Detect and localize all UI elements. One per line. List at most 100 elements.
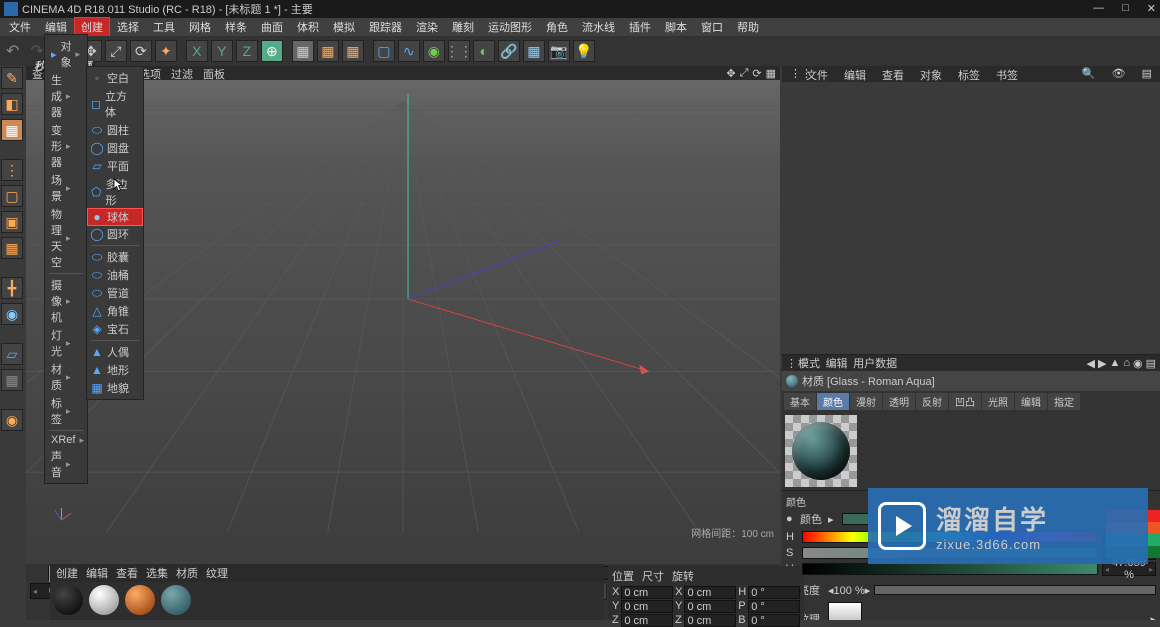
menu-help[interactable]: 帮助 — [730, 17, 766, 37]
last-tool[interactable]: ✦ — [155, 40, 177, 62]
texture-arrow-icon[interactable]: ▸ — [1150, 613, 1156, 621]
texture-thumb[interactable] — [828, 602, 862, 620]
brightness-value[interactable]: ◂100 %▸ — [828, 584, 870, 597]
vp-nav-1[interactable]: ✥ — [726, 67, 735, 80]
menu-surface[interactable]: 曲面 — [254, 17, 290, 37]
obj-pyramid[interactable]: △角锥 — [87, 302, 143, 320]
scale-tool[interactable]: ⤢ — [105, 40, 127, 62]
am-prev-icon[interactable]: ◀ — [1087, 357, 1095, 370]
obj-disc[interactable]: ◯圆盘 — [87, 139, 143, 157]
uv-mode[interactable]: ▦ — [1, 237, 23, 259]
create-light[interactable]: 灯光▸ — [45, 326, 87, 360]
misc-orange[interactable]: ◉ — [1, 409, 23, 431]
model-mode[interactable]: ◧ — [1, 93, 23, 115]
am-tab-edit[interactable]: 编辑 — [826, 355, 848, 371]
obj-null[interactable]: ◦空白 — [87, 69, 143, 87]
v-slider[interactable] — [802, 563, 1098, 575]
am-tab-user[interactable]: 用户数据 — [853, 355, 897, 371]
mat-tab-view[interactable]: 查看 — [116, 565, 138, 581]
atab-assign[interactable]: 指定 — [1048, 393, 1080, 410]
menu-sculpt[interactable]: 雕刻 — [445, 17, 481, 37]
coord-tab-rot[interactable]: 旋转 — [672, 568, 694, 584]
coord-tab-size[interactable]: 尺寸 — [642, 568, 664, 584]
world-axis[interactable]: ⊕ — [261, 40, 283, 62]
menu-mograph[interactable]: 运动图形 — [481, 17, 539, 37]
coord-cell[interactable]: 0 cm — [684, 586, 736, 599]
render-view[interactable]: ▦ — [292, 40, 314, 62]
object-manager[interactable]: ⋮⋮ 文件 编辑 查看 对象 标签 书签 🔍 👁 ▤ — [782, 66, 1160, 354]
render-settings[interactable]: ▦ — [342, 40, 364, 62]
obj-platonic[interactable]: ◈宝石 — [87, 320, 143, 338]
om-tab-edit[interactable]: 编辑 — [836, 66, 874, 82]
brightness-slider[interactable] — [874, 585, 1156, 595]
om-search-icon[interactable]: 🔍 — [1074, 66, 1104, 82]
spline-tool[interactable]: ∿ — [398, 40, 420, 62]
am-up-icon[interactable]: ▲ — [1109, 357, 1120, 370]
om-tab-view[interactable]: 查看 — [874, 66, 912, 82]
atab-color[interactable]: 颜色 — [817, 393, 849, 410]
atab-transp[interactable]: 透明 — [883, 393, 915, 410]
camera-tool[interactable]: 📷 — [548, 40, 570, 62]
y-axis-toggle[interactable]: Y — [211, 40, 233, 62]
edges-mode[interactable]: ▢ — [1, 185, 23, 207]
cube-tool[interactable]: ▢ — [373, 40, 395, 62]
om-tab-file[interactable]: 文件 — [798, 66, 836, 82]
material-slot-3[interactable] — [125, 585, 155, 615]
atab-diffuse[interactable]: 漫射 — [850, 393, 882, 410]
make-editable[interactable]: ✎ — [1, 67, 23, 89]
om-menu-icon[interactable]: ▤ — [1134, 66, 1160, 82]
obj-polygon[interactable]: ⬠多边形 — [87, 175, 143, 209]
create-object[interactable]: ▸对象▸ — [45, 37, 87, 71]
atab-editor[interactable]: 编辑 — [1015, 393, 1047, 410]
obj-tube[interactable]: ⬭管道 — [87, 284, 143, 302]
mat-tab-create[interactable]: 创建 — [56, 565, 78, 581]
menu-file[interactable]: 文件 — [2, 17, 38, 37]
coord-cell[interactable]: 0 ° — [748, 614, 800, 627]
v-value[interactable]: ◂47.059 %▸ — [1102, 562, 1156, 576]
snap-tool[interactable]: ◉ — [1, 303, 23, 325]
menu-plugins[interactable]: 插件 — [622, 17, 658, 37]
am-lock-icon[interactable]: ◉ — [1133, 357, 1143, 370]
rotate-tool[interactable]: ⟳ — [130, 40, 152, 62]
array-tool[interactable]: ⋮⋮ — [448, 40, 470, 62]
polys-mode[interactable]: ▣ — [1, 211, 23, 233]
coord-cell[interactable]: 0 cm — [621, 600, 673, 613]
points-mode[interactable]: ⋮ — [1, 159, 23, 181]
menu-tools[interactable]: 工具 — [146, 17, 182, 37]
om-tab-bm[interactable]: 书签 — [988, 66, 1026, 82]
deformer-tool[interactable]: ◐ — [473, 40, 495, 62]
obj-capsule[interactable]: ⬭胶囊 — [87, 248, 143, 266]
obj-landscape[interactable]: ▲地形 — [87, 361, 143, 379]
obj-sphere[interactable]: ●球体 — [87, 208, 143, 226]
obj-figure[interactable]: ▲人偶 — [87, 343, 143, 361]
menu-character[interactable]: 角色 — [539, 17, 575, 37]
menu-pipeline[interactable]: 流水线 — [575, 17, 622, 37]
obj-torus[interactable]: ◯圆环 — [87, 225, 143, 243]
vp-tab-filter[interactable]: 过滤 — [171, 66, 193, 80]
workplane[interactable]: ▱ — [1, 343, 23, 365]
material-preview[interactable] — [785, 415, 857, 487]
coord-cell[interactable]: 0 ° — [748, 600, 800, 613]
undo-button[interactable]: ↶ — [6, 41, 19, 61]
locked[interactable]: ▦ — [1, 369, 23, 391]
vp-nav-3[interactable]: ⟳ — [752, 67, 761, 80]
maximize-button[interactable]: □ — [1122, 2, 1129, 15]
create-camera[interactable]: 摄像机▸ — [45, 276, 87, 326]
vp-nav-4[interactable]: ▦ — [766, 67, 776, 80]
am-next-icon[interactable]: ▶ — [1098, 357, 1106, 370]
create-scene[interactable]: 场景▸ — [45, 171, 87, 205]
am-tab-mode[interactable]: 模式 — [798, 355, 820, 371]
menu-window[interactable]: 窗口 — [694, 17, 730, 37]
atab-bump[interactable]: 凹凸 — [949, 393, 981, 410]
obj-relief[interactable]: ▦地貌 — [87, 379, 143, 397]
close-button[interactable]: ✕ — [1147, 2, 1156, 15]
mat-tab-edit[interactable]: 编辑 — [86, 565, 108, 581]
am-home-icon[interactable]: ⌂ — [1123, 357, 1130, 370]
coord-cell[interactable]: 0 cm — [621, 614, 673, 627]
coord-cell[interactable]: 0 cm — [684, 600, 736, 613]
mat-tab-sel[interactable]: 选集 — [146, 565, 168, 581]
material-slot-2[interactable] — [89, 585, 119, 615]
menu-spline[interactable]: 样条 — [218, 17, 254, 37]
menu-select[interactable]: 选择 — [110, 17, 146, 37]
coord-tab-pos[interactable]: 位置 — [612, 568, 634, 584]
